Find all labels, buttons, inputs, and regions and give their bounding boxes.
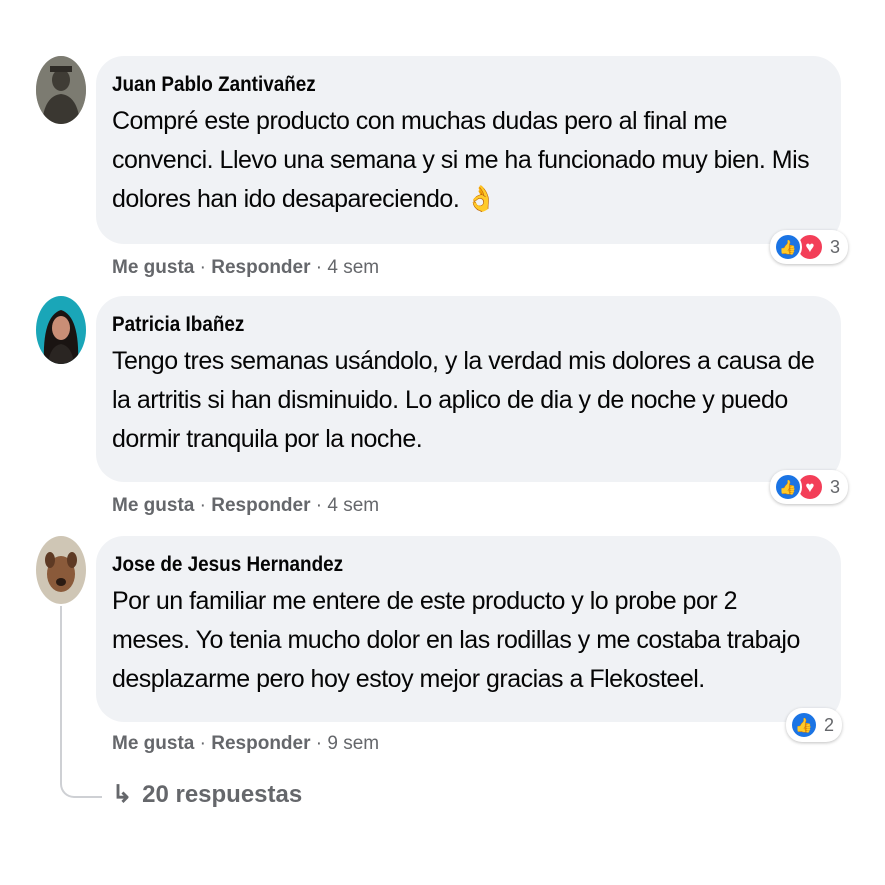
avatar-photo-icon [36, 56, 86, 124]
timestamp[interactable]: 4 sem [327, 257, 379, 278]
reactions-summary[interactable]: 👍 ♥ 3 [770, 470, 849, 504]
thread-connector-line [60, 606, 102, 798]
comment-bubble: Juan Pablo Zantivañez Compré este produc… [96, 56, 841, 244]
replies-count-label: 20 respuestas [142, 780, 303, 808]
comment-bubble: Patricia Ibañez Tengo tres semanas usánd… [96, 296, 841, 482]
reactions-summary[interactable]: 👍 ♥ 3 [770, 230, 849, 264]
ok-hand-emoji: 👌 [465, 185, 497, 213]
like-icon: 👍 [774, 473, 802, 501]
like-link[interactable]: Me gusta [112, 257, 194, 278]
avatar-photo-icon [36, 536, 86, 604]
comment-actions: Me gusta · Responder · 4 sem [112, 495, 380, 516]
reply-link[interactable]: Responder [211, 733, 310, 754]
like-icon: 👍 [774, 233, 802, 261]
timestamp[interactable]: 9 sem [327, 733, 379, 754]
comment-text: Compré este producto con muchas dudas pe… [112, 107, 810, 213]
like-icon: 👍 [790, 711, 818, 739]
comment-author[interactable]: Jose de Jesus Hernandez [112, 552, 748, 578]
avatar-photo-icon [36, 296, 86, 364]
like-link[interactable]: Me gusta [112, 733, 194, 754]
comment-author[interactable]: Patricia Ibañez [112, 312, 748, 338]
avatar[interactable] [36, 536, 86, 604]
reply-link[interactable]: Responder [211, 495, 310, 516]
reaction-count: 2 [824, 714, 835, 735]
reply-arrow-icon: ↳ [112, 781, 133, 808]
comment-actions: Me gusta · Responder · 9 sem [112, 733, 380, 754]
reactions-summary[interactable]: 👍 2 [786, 708, 843, 742]
reply-link[interactable]: Responder [211, 257, 310, 278]
comment-text: Por un familiar me entere de este produc… [112, 587, 800, 693]
avatar[interactable] [36, 296, 86, 364]
comment-text: Tengo tres semanas usándolo, y la verdad… [112, 347, 815, 453]
view-replies-link[interactable]: ↳ 20 respuestas [112, 780, 302, 809]
comment-actions: Me gusta · Responder · 4 sem [112, 257, 380, 278]
reaction-count: 3 [830, 476, 841, 497]
comment-author[interactable]: Juan Pablo Zantivañez [112, 72, 748, 98]
avatar[interactable] [36, 56, 86, 124]
reaction-count: 3 [830, 236, 841, 257]
like-link[interactable]: Me gusta [112, 495, 194, 516]
comment-bubble: Jose de Jesus Hernandez Por un familiar … [96, 536, 841, 722]
timestamp[interactable]: 4 sem [327, 495, 379, 516]
